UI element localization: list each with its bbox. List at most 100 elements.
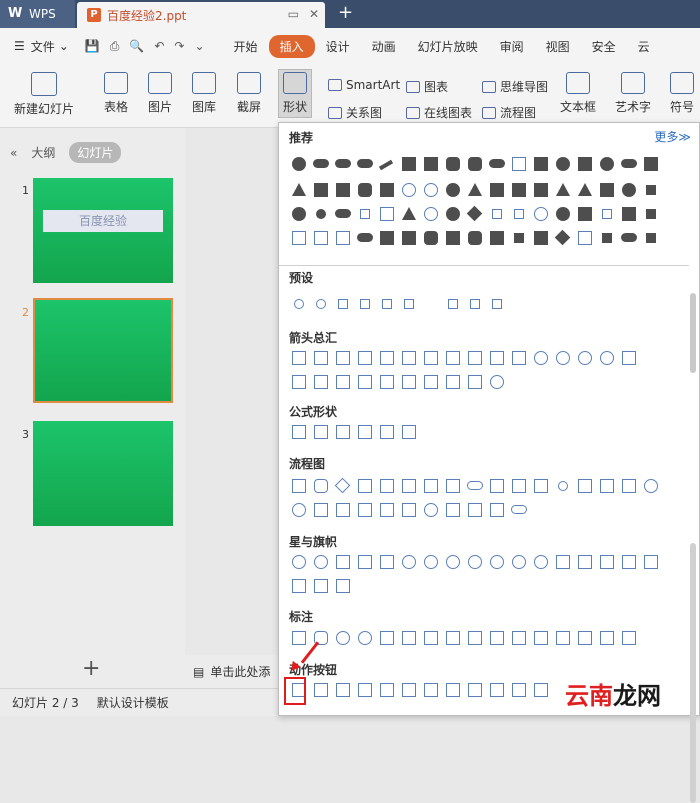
arrow-up-icon[interactable] <box>336 351 350 365</box>
shape-block[interactable] <box>534 183 548 197</box>
flow-disk-icon[interactable] <box>468 503 482 517</box>
shape-rounded-rect[interactable] <box>468 231 482 245</box>
shape-arc[interactable] <box>338 299 348 309</box>
shape-cloud[interactable] <box>489 159 505 168</box>
flow-collate-icon[interactable] <box>314 503 328 517</box>
relation-button[interactable]: 关系图 <box>328 104 382 121</box>
plus-icon[interactable] <box>292 425 306 439</box>
star-12-icon[interactable] <box>468 555 482 569</box>
shape-drop[interactable] <box>600 157 614 171</box>
arrow-right-icon[interactable] <box>292 351 306 365</box>
arrow-bent-icon[interactable] <box>446 351 460 365</box>
flow-manual-input-icon[interactable] <box>512 479 526 493</box>
arrow-curved-icon[interactable] <box>600 351 614 365</box>
redo-icon[interactable]: ↷ <box>174 39 184 54</box>
star-16-icon[interactable] <box>490 555 504 569</box>
shape-ring[interactable] <box>424 183 438 197</box>
shape-sun[interactable] <box>316 209 326 219</box>
flow-alt-process-icon[interactable] <box>314 479 328 493</box>
shape-frame[interactable] <box>380 183 394 197</box>
scroll-icon[interactable] <box>644 555 658 569</box>
shape-speech[interactable] <box>313 159 329 168</box>
shape-diamond[interactable] <box>466 205 483 222</box>
wave-icon[interactable] <box>314 579 328 593</box>
callout-rect-icon[interactable] <box>292 631 306 645</box>
shape-bolt[interactable] <box>644 157 658 171</box>
shape-monitor[interactable] <box>380 207 394 221</box>
action-return-icon[interactable] <box>424 683 438 697</box>
callout-oval-icon[interactable] <box>336 631 350 645</box>
flow-terminator-icon[interactable] <box>467 481 483 490</box>
add-slide-button[interactable]: + <box>82 656 100 681</box>
arrow-curved-icon[interactable] <box>578 351 592 365</box>
ribbon-curved-icon[interactable] <box>600 555 614 569</box>
shape-leaf[interactable] <box>622 183 636 197</box>
shape-brace[interactable] <box>382 299 392 309</box>
flow-process-icon[interactable] <box>292 479 306 493</box>
flow-manual-op-icon[interactable] <box>534 479 548 493</box>
flow-or-icon[interactable] <box>292 503 306 517</box>
callout-line-icon[interactable] <box>402 631 416 645</box>
action-home-icon[interactable] <box>380 683 394 697</box>
flow-sort-icon[interactable] <box>336 503 350 517</box>
flow-extract-icon[interactable] <box>358 503 372 517</box>
scrollbar[interactable] <box>690 543 696 803</box>
arrow-notched-icon[interactable] <box>292 375 306 389</box>
shape-cross[interactable] <box>602 209 612 219</box>
action-movie-icon[interactable] <box>446 683 460 697</box>
star-5-icon[interactable] <box>358 555 372 569</box>
tab-outline[interactable]: 大纲 <box>31 144 55 161</box>
flow-internal-icon[interactable] <box>402 479 416 493</box>
mindmap-button[interactable]: 思维导图 <box>482 78 548 95</box>
flow-offpage-icon[interactable] <box>578 479 592 493</box>
flow-summing-icon[interactable] <box>644 479 658 493</box>
shape-triangle[interactable] <box>402 207 416 220</box>
flow-display-icon[interactable] <box>511 505 527 514</box>
slide-thumbnail[interactable] <box>33 298 173 403</box>
callout-line-icon[interactable] <box>512 631 526 645</box>
star-4-icon[interactable] <box>336 555 350 569</box>
shape-user-add[interactable] <box>490 231 504 245</box>
smartart-button[interactable]: SmartArt <box>328 78 400 92</box>
tab-design[interactable]: 设计 <box>315 35 361 58</box>
chart-button[interactable]: 图表 <box>406 78 448 95</box>
wps-home-tab[interactable]: W WPS <box>0 0 75 28</box>
flow-delay-icon[interactable] <box>424 503 438 517</box>
flow-preparation-icon[interactable] <box>490 479 504 493</box>
arrow-callout-icon[interactable] <box>468 375 482 389</box>
shape-bars[interactable] <box>314 183 328 197</box>
shape-triangle[interactable] <box>468 183 482 196</box>
action-forward-icon[interactable] <box>314 683 328 697</box>
minus-icon[interactable] <box>314 425 328 439</box>
star-10-icon[interactable] <box>446 555 460 569</box>
arrow-quad-icon[interactable] <box>402 351 416 365</box>
shape-people[interactable] <box>578 207 592 221</box>
shape-heart-outline[interactable] <box>402 183 416 197</box>
arrow-callout-icon[interactable] <box>402 375 416 389</box>
shape-square[interactable] <box>512 157 526 171</box>
shape-ellipse[interactable] <box>621 159 637 168</box>
action-custom-icon[interactable] <box>534 683 548 697</box>
customize-icon[interactable]: ⌄ <box>194 39 204 54</box>
flow-stored-icon[interactable] <box>402 503 416 517</box>
arrow-down-icon[interactable] <box>358 351 372 365</box>
arrow-striped-icon[interactable] <box>622 351 636 365</box>
file-menu[interactable]: 文件 ⌄ <box>31 38 69 55</box>
arrow-callout-icon[interactable] <box>446 375 460 389</box>
callout-line-icon[interactable] <box>446 631 460 645</box>
tab-slides[interactable]: 幻灯片 <box>69 142 122 163</box>
callout-cloud-icon[interactable] <box>358 631 372 645</box>
online-chart-button[interactable]: 在线图表 <box>406 104 472 121</box>
ribbon-icon[interactable] <box>578 555 592 569</box>
flow-decision-icon[interactable] <box>334 477 351 494</box>
shape-oval[interactable] <box>292 157 306 171</box>
shape-block[interactable] <box>646 233 656 243</box>
star-6-icon[interactable] <box>380 555 394 569</box>
slide-thumbnail[interactable]: 百度经验 <box>33 178 173 283</box>
wordart-button[interactable]: 艺术字 <box>615 72 651 115</box>
close-tab-icon[interactable]: ✕ <box>309 7 319 21</box>
shape-bracket[interactable] <box>360 299 370 309</box>
shape-arrow[interactable] <box>621 233 637 242</box>
tab-slideshow[interactable]: 幻灯片放映 <box>407 35 489 58</box>
shape-hand[interactable] <box>514 233 524 243</box>
